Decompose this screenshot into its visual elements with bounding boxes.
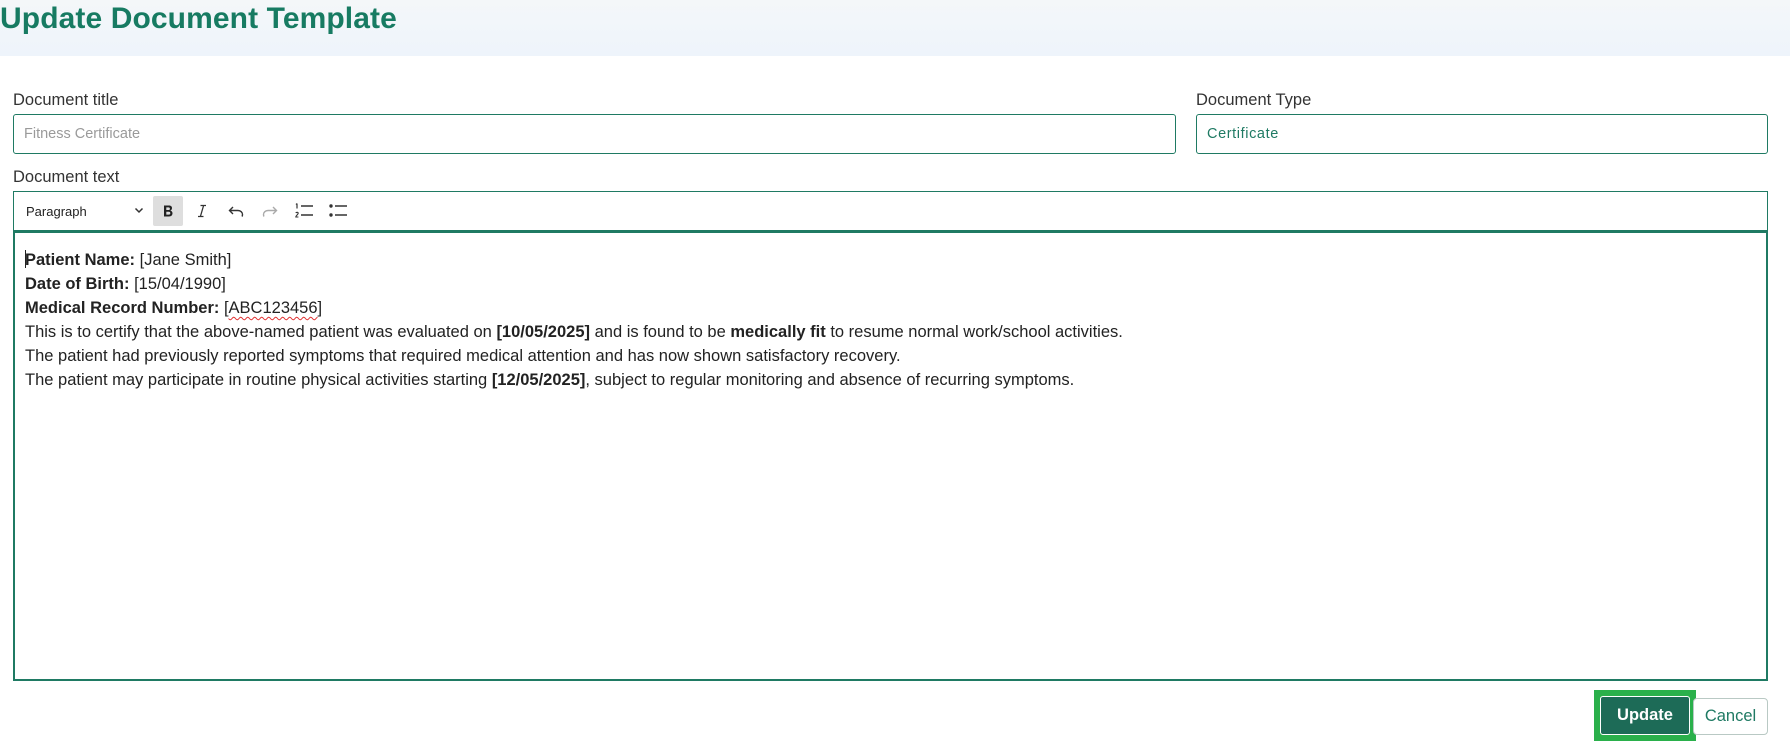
redo-icon [261, 203, 279, 219]
bold-button[interactable] [153, 196, 183, 226]
editor-toolbar: Paragraph [13, 191, 1768, 231]
undo-icon [227, 203, 245, 219]
evaluation-date: [10/05/2025] [496, 323, 591, 341]
page-title: Update Document Template [0, 2, 397, 35]
date-of-birth-label: Date of Birth: [25, 275, 130, 293]
certification-text-3: to resume normal work/school activities. [825, 323, 1123, 341]
certification-text-2: and is found to be [590, 323, 731, 341]
update-button-highlight: Update [1594, 690, 1696, 741]
editor-line-record-number: Medical Record Number: [ABC123456] [25, 296, 1756, 320]
document-type-input[interactable] [1196, 114, 1768, 154]
page-header: Update Document Template [0, 0, 1790, 56]
block-style-dropdown[interactable]: Paragraph [24, 196, 149, 226]
date-of-birth-value: [15/04/1990] [129, 275, 226, 293]
italic-button[interactable] [187, 196, 217, 226]
bulleted-list-icon [328, 202, 348, 220]
record-number-value: ABC123456 [228, 299, 318, 317]
editor-line-history: The patient had previously reported symp… [25, 344, 1756, 368]
bold-icon [160, 203, 176, 219]
history-text: The patient had previously reported symp… [25, 347, 901, 365]
undo-button[interactable] [221, 196, 251, 226]
patient-name-value: [Jane Smith] [135, 251, 232, 269]
record-number-label: Medical Record Number: [25, 299, 220, 317]
document-text-label: Document text [13, 168, 120, 186]
activities-text-1: The patient may participate in routine p… [25, 371, 492, 389]
block-style-value: Paragraph [26, 203, 87, 219]
editor-line-certification: This is to certify that the above-named … [25, 320, 1756, 344]
document-text-editor[interactable]: Patient Name: [Jane Smith] Date of Birth… [13, 231, 1768, 681]
document-title-input[interactable] [13, 114, 1176, 154]
editor-line-activities: The patient may participate in routine p… [25, 368, 1756, 392]
italic-icon [194, 203, 210, 219]
redo-button[interactable] [255, 196, 285, 226]
editor-line-patient-name: Patient Name: [Jane Smith] [25, 248, 1756, 272]
record-number-suffix: ] [317, 299, 323, 317]
chevron-down-icon [133, 204, 145, 219]
certification-text-1: This is to certify that the above-named … [25, 323, 497, 341]
numbered-list-button[interactable] [289, 196, 319, 226]
bulleted-list-button[interactable] [323, 196, 353, 226]
cancel-button[interactable]: Cancel [1693, 698, 1768, 735]
record-number-prefix: [ [219, 299, 229, 317]
start-date: [12/05/2025] [491, 371, 586, 389]
editor-line-date-of-birth: Date of Birth: [15/04/1990] [25, 272, 1756, 296]
patient-name-label: Patient Name: [25, 251, 136, 269]
document-type-label: Document Type [1196, 91, 1312, 109]
numbered-list-icon [294, 202, 314, 220]
fitness-status: medically fit [730, 323, 826, 341]
activities-text-2: , subject to regular monitoring and abse… [585, 371, 1075, 389]
document-title-label: Document title [13, 91, 119, 109]
update-button[interactable]: Update [1600, 696, 1690, 735]
